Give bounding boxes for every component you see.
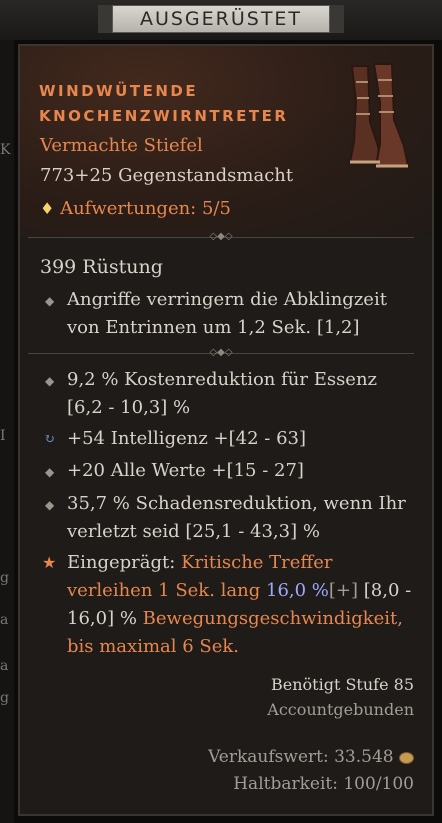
diamond-bullet-icon: ◆: [45, 498, 55, 512]
aspect-plus: [+]: [328, 580, 359, 601]
aspect-text: Bewegungsgeschwindigkeit,: [142, 608, 403, 629]
item-power: 773+25 Gegenstandsmacht: [40, 165, 294, 186]
diamond-bullet-icon: ◆: [45, 465, 55, 479]
boots-icon: [348, 63, 410, 168]
strip-glyph: a: [0, 658, 9, 674]
diamond-spark-icon: ♦: [40, 199, 55, 218]
aspect-text: Kritische Treffer: [181, 552, 333, 573]
affix-line: verletzt seid [25,1 - 43,3] %: [67, 521, 320, 542]
aspect-range: 16,0] %: [67, 608, 137, 629]
aspect-line: 16,0] % Bewegungsgeschwindigkeit,: [67, 608, 403, 629]
affix-line: [6,2 - 10,3] %: [67, 397, 191, 418]
background-strip: K I g a a g: [0, 40, 14, 823]
header-plate-right-cap: [330, 5, 344, 33]
diamond-bullet-icon: ◆: [45, 374, 55, 388]
aspect-line: bis maximal 6 Sek.: [67, 636, 240, 657]
strip-glyph: g: [0, 690, 9, 706]
gold-coin-icon: [399, 751, 414, 764]
strip-glyph: I: [0, 428, 6, 444]
aspect-text: verleihen 1 Sek. lang: [67, 580, 261, 601]
header-title: AUSGERÜSTET: [112, 5, 330, 33]
item-name: KNOCHENZWIRNTRETER: [39, 107, 289, 125]
reroll-circle-icon: ↻: [44, 432, 55, 447]
aspect-label: Eingeprägt:: [67, 552, 176, 573]
item-type: Vermachte Stiefel: [40, 135, 203, 156]
affix-line: +54 Intelligenz +[42 - 63]: [67, 428, 307, 449]
diamond-bullet-icon: ◆: [45, 294, 55, 308]
upgrades-row: ♦ Aufwertungen: 5/5: [40, 198, 231, 219]
sell-value: Verkaufswert: 33.548: [208, 747, 394, 767]
aspect-value: 16,0 %: [266, 580, 329, 601]
required-level: Benötigt Stufe 85: [271, 675, 414, 694]
upgrades-text: Aufwertungen: 5/5: [60, 198, 231, 219]
divider-ornament-icon: ◇◆◇: [209, 231, 233, 242]
affix-line: +20 Alle Werte +[15 - 27]: [67, 460, 304, 481]
star-icon: ★: [42, 553, 57, 572]
strip-glyph: g: [0, 570, 9, 586]
aspect-line: Eingeprägt: Kritische Treffer: [67, 552, 332, 573]
strip-glyph: a: [0, 612, 9, 628]
header-plate-left-cap: [98, 5, 112, 33]
durability: Haltbarkeit: 100/100: [233, 774, 414, 794]
strip-glyph: K: [0, 142, 11, 158]
sell-value-row: Verkaufswert: 33.548: [208, 747, 414, 767]
armor-value: 399 Rüstung: [40, 256, 163, 278]
implicit-line: von Entrinnen um 1,2 Sek. [1,2]: [67, 317, 360, 338]
affix-line: 9,2 % Kostenreduktion für Essenz: [67, 369, 378, 390]
aspect-line: verleihen 1 Sek. lang 16,0 %[+] [8,0 -: [67, 580, 411, 601]
affix-line: 35,7 % Schadensreduktion, wenn Ihr: [67, 493, 406, 514]
implicit-line: Angriffe verringern die Abklingzeit: [67, 289, 387, 310]
aspect-range: [8,0 -: [363, 580, 412, 601]
account-bound: Accountgebunden: [267, 700, 414, 719]
item-name: WINDWÜTENDE: [39, 82, 199, 100]
divider-ornament-icon: ◇◆◇: [209, 347, 233, 358]
